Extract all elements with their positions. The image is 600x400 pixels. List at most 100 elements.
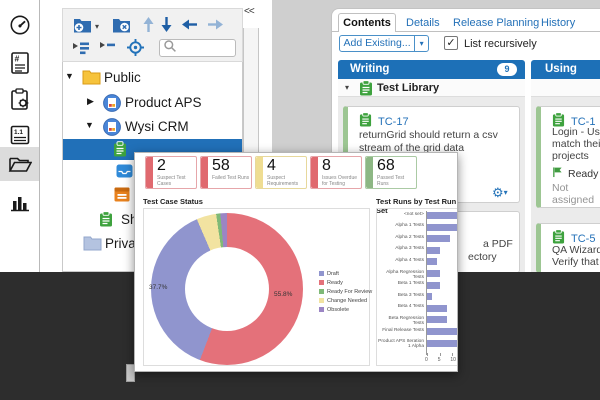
arrow-left-icon[interactable] [181, 18, 198, 31]
legend-item-obsolete: Obsolete [319, 305, 372, 314]
folder-orange-icon [114, 187, 130, 207]
search-icon [163, 39, 177, 58]
card-tc-5[interactable]: TC-5 QA Wizard F Verify that th [536, 223, 600, 272]
tree-expand-caret-open[interactable]: ▼ [65, 71, 74, 81]
project-icon [103, 94, 121, 117]
tree-item-public[interactable]: ▼ Public [63, 67, 242, 88]
writing-count-badge: 9 [497, 63, 517, 76]
stat-stripe [366, 157, 373, 188]
delete-folder-icon[interactable] [112, 17, 131, 33]
axis-tick-label: 10 [450, 357, 456, 363]
reports-chart-icon[interactable] [0, 185, 39, 219]
using-column-header[interactable]: Using [531, 60, 600, 79]
tree-expand-caret-open[interactable]: ▼ [85, 120, 94, 130]
test-runs-bar-chart: <not set>Alpha 1 TestsAlpha 2 TestsAlpha… [376, 208, 458, 366]
tab-history[interactable]: History [541, 17, 575, 29]
add-existing-dropdown-caret[interactable]: ▾ [414, 36, 428, 51]
chevron-down-icon[interactable]: ▾ [345, 83, 349, 92]
card-tc-1[interactable]: TC-1 Login - User match their s projects… [536, 106, 600, 208]
tree-toolbar: ▾ [62, 8, 243, 62]
bar-category-label: Alpha Regression Tests [378, 270, 424, 280]
bar-category-label: Beta Regression Tests [378, 316, 424, 326]
tree-item-product-aps[interactable]: ▶ Product APS [63, 92, 242, 113]
card-text-line: projects [552, 150, 589, 163]
expand-all-icon[interactable] [73, 42, 90, 55]
arrow-down-icon[interactable] [160, 16, 173, 33]
card-id-link[interactable]: TC-17 [378, 116, 409, 128]
collapse-panel-button[interactable]: << [244, 6, 254, 17]
stat-stripe [146, 157, 153, 188]
pie-label-draft: 37.7% [149, 284, 167, 291]
axis-tick [427, 353, 428, 356]
bar-beta-regression-tests [427, 316, 447, 323]
flag-icon [552, 165, 563, 183]
legend-swatch [319, 307, 324, 312]
test-library-group-row[interactable]: ▾ Test Library [338, 79, 525, 97]
dashboard-gauge-icon[interactable] [0, 8, 39, 42]
list-recursively-checkbox[interactable]: ✓ [444, 36, 458, 50]
tree-item-label: Product APS [125, 95, 202, 110]
tree-item-wysi-crm[interactable]: ▼Wysi CRM [63, 116, 242, 137]
add-existing-label[interactable]: Add Existing... [340, 36, 414, 51]
add-existing-button[interactable]: Add Existing... ▾ [339, 35, 429, 52]
legend-item-ready: Ready [319, 278, 372, 287]
legend-item-draft: Draft [319, 269, 372, 278]
left-icon-bar: # 1.1 [0, 0, 40, 272]
folder-yellow-icon [82, 69, 101, 90]
test-library-label: Test Library [377, 82, 439, 94]
collapse-all-icon[interactable] [99, 42, 115, 54]
axis-tick-label: 5 [438, 357, 441, 363]
bar-category-label: Beta 3 Tests [378, 293, 424, 298]
work-items-document-icon[interactable]: # [0, 46, 39, 80]
bar-alpha-3-tests [427, 247, 440, 254]
pie-label-ready: 55.8% [274, 291, 292, 298]
bar-alpha-1-tests [427, 224, 458, 231]
using-group-row [531, 79, 600, 97]
new-folder-menu-caret[interactable]: ▾ [95, 22, 99, 31]
writing-column-title: Writing [350, 63, 389, 75]
bar-product-aps-iteration-1-alpha [427, 340, 458, 347]
new-folder-icon[interactable] [73, 17, 92, 33]
axis-tick [440, 353, 441, 356]
legend-item-change-needed: Change Needed [319, 296, 372, 305]
stat-label: Suspect Requirements [267, 176, 305, 187]
locate-icon[interactable] [127, 39, 144, 56]
search-input[interactable] [159, 39, 236, 57]
chart-legend: DraftReadyReady For ReviewChange NeededO… [319, 269, 372, 314]
bar-beta-3-tests [427, 293, 432, 300]
axis-tick [452, 353, 453, 356]
tab-contents[interactable]: Contents [338, 13, 396, 32]
legend-swatch [319, 289, 324, 294]
stat-value: 68 [377, 157, 395, 175]
legend-label: Draft [327, 271, 339, 277]
pie-chart-title: Test Case Status [143, 197, 203, 206]
tree-expand-caret-closed[interactable]: ▶ [87, 96, 94, 107]
donut-hole [185, 247, 269, 331]
axis-tick-label: 0 [425, 357, 428, 363]
arrow-right-icon[interactable] [207, 18, 224, 31]
tab-release-planning[interactable]: Release Planning [453, 17, 539, 29]
tab-details[interactable]: Details [406, 17, 440, 29]
bar-category-label: Alpha 4 Tests [378, 258, 424, 263]
gear-icon[interactable]: ⚙▾ [492, 185, 508, 201]
stat-label: Failed Test Runs [212, 176, 250, 182]
bar-category-label: Beta 4 Tests [378, 304, 424, 309]
tree-item-label: Public [104, 70, 141, 85]
arrow-up-icon[interactable] [142, 16, 155, 33]
list-recursively-label: List recursively [464, 38, 537, 50]
legend-label: Obsolete [327, 307, 349, 313]
stat-stripe [256, 157, 263, 188]
legend-swatch [319, 280, 324, 285]
assignee-label: Not assigned [552, 182, 600, 206]
using-column-title: Using [545, 63, 577, 75]
bar-category-label: Product APS Iteration 1 Alpha [378, 339, 424, 349]
writing-column-header[interactable]: Writing 9 [338, 60, 525, 79]
open-folder-icon[interactable] [0, 147, 39, 181]
stat-value: 8 [322, 157, 331, 175]
card-text-fragment: a PDF [483, 238, 513, 250]
card-text-fragment: ectory [468, 251, 497, 263]
stat-card-failed-test-runs: 58Failed Test Runs [200, 156, 252, 189]
test-management-clipboard-icon[interactable] [0, 82, 39, 116]
dashboard-overlay: 2Suspect Test Cases58Failed Test Runs4Su… [134, 152, 458, 372]
bar-category-label: Alpha 1 Tests [378, 223, 424, 228]
